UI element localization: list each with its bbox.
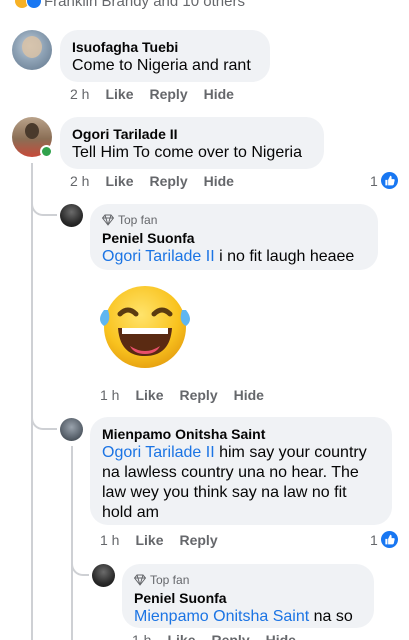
reply-button[interactable]: Reply: [179, 387, 217, 403]
laughing-tears-emoji-icon: [100, 286, 190, 368]
hide-button[interactable]: Hide: [204, 173, 234, 189]
comment-actions: 2 h Like Reply Hide: [70, 173, 250, 189]
comment-author[interactable]: Mienpamo Onitsha Saint: [102, 426, 380, 443]
reaction-count-value: 1: [370, 531, 378, 548]
mention-link[interactable]: Ogori Tarilade II: [102, 444, 215, 461]
comment-bubble: Isuofagha Tuebi Come to Nigeria and rant: [60, 30, 270, 82]
top-fan-badge: Top fan: [134, 573, 362, 587]
comment-author[interactable]: Ogori Tarilade II: [72, 126, 312, 143]
comment-text: Ogori Tarilade II him say your country n…: [102, 443, 380, 523]
reaction-count[interactable]: 1: [370, 172, 398, 189]
comment-time[interactable]: 2 h: [70, 86, 89, 102]
avatar[interactable]: [92, 564, 115, 587]
hide-button[interactable]: Hide: [204, 86, 234, 102]
comment-text: Ogori Tarilade II i no fit laugh heaee: [102, 247, 366, 267]
thread-line: [71, 446, 73, 640]
comment-bubble: Ogori Tarilade II Tell Him To come over …: [60, 117, 324, 169]
like-reaction-icon: [26, 0, 42, 9]
reaction-count-value: 1: [370, 172, 378, 189]
avatar[interactable]: [12, 30, 52, 70]
reply-button[interactable]: Reply: [179, 532, 217, 548]
thread-connector: [71, 550, 89, 576]
like-button[interactable]: Like: [135, 532, 163, 548]
reactions-summary[interactable]: Franklin Brandy and 10 others: [0, 0, 409, 10]
reply-button[interactable]: Reply: [149, 86, 187, 102]
comment-author[interactable]: Isuofagha Tuebi: [72, 39, 258, 56]
reaction-icons: [14, 0, 42, 9]
comment-actions: 1 h Like Reply: [100, 532, 234, 548]
diamond-icon: [134, 574, 146, 586]
like-button[interactable]: Like: [167, 632, 195, 640]
avatar[interactable]: [60, 418, 83, 441]
online-status-icon: [40, 145, 53, 158]
comment-time[interactable]: 2 h: [70, 173, 89, 189]
reactors-text: Franklin Brandy and 10 others: [44, 0, 245, 10]
thread-line: [31, 163, 33, 640]
mention-link[interactable]: Ogori Tarilade II: [102, 248, 215, 265]
comment-body: i no fit laugh heaee: [214, 248, 355, 265]
comment-text: Come to Nigeria and rant: [72, 57, 251, 74]
thread-connector: [31, 190, 57, 216]
comment-time[interactable]: 1 h: [132, 632, 151, 640]
thumbs-up-icon: [380, 172, 398, 189]
hide-button[interactable]: Hide: [234, 387, 264, 403]
comment-actions: 2 h Like Reply Hide: [70, 86, 250, 102]
top-fan-badge: Top fan: [102, 213, 366, 227]
comment-actions: 1 h Like Reply Hide: [100, 387, 280, 403]
comment-time[interactable]: 1 h: [100, 532, 119, 548]
avatar-face: [22, 36, 42, 58]
avatar-face: [25, 123, 39, 139]
comment-bubble: Top fan Peniel Suonfa Mienpamo Onitsha S…: [122, 564, 374, 628]
avatar[interactable]: [60, 204, 83, 227]
comment-text: Mienpamo Onitsha Saint na so: [134, 607, 362, 627]
badge-label: Top fan: [118, 213, 158, 227]
comment-time[interactable]: 1 h: [100, 387, 119, 403]
reply-button[interactable]: Reply: [211, 632, 249, 640]
comment-bubble: Top fan Peniel Suonfa Ogori Tarilade II …: [90, 204, 378, 270]
comment-author[interactable]: Peniel Suonfa: [134, 590, 362, 607]
comment-actions: 1 h Like Reply Hide: [132, 632, 312, 640]
like-button[interactable]: Like: [135, 387, 163, 403]
comment-body: na so: [309, 608, 353, 625]
thread-connector: [31, 404, 57, 430]
like-button[interactable]: Like: [105, 86, 133, 102]
like-button[interactable]: Like: [105, 173, 133, 189]
diamond-icon: [102, 214, 114, 226]
comment-text: Tell Him To come over to Nigeria: [72, 144, 303, 161]
badge-label: Top fan: [150, 573, 190, 587]
reply-button[interactable]: Reply: [149, 173, 187, 189]
thumbs-up-icon: [380, 531, 398, 548]
comment-bubble: Mienpamo Onitsha Saint Ogori Tarilade II…: [90, 417, 392, 525]
comment-author[interactable]: Peniel Suonfa: [102, 230, 366, 247]
hide-button[interactable]: Hide: [266, 632, 296, 640]
reaction-count[interactable]: 1: [370, 531, 398, 548]
mention-link[interactable]: Mienpamo Onitsha Saint: [134, 608, 309, 625]
